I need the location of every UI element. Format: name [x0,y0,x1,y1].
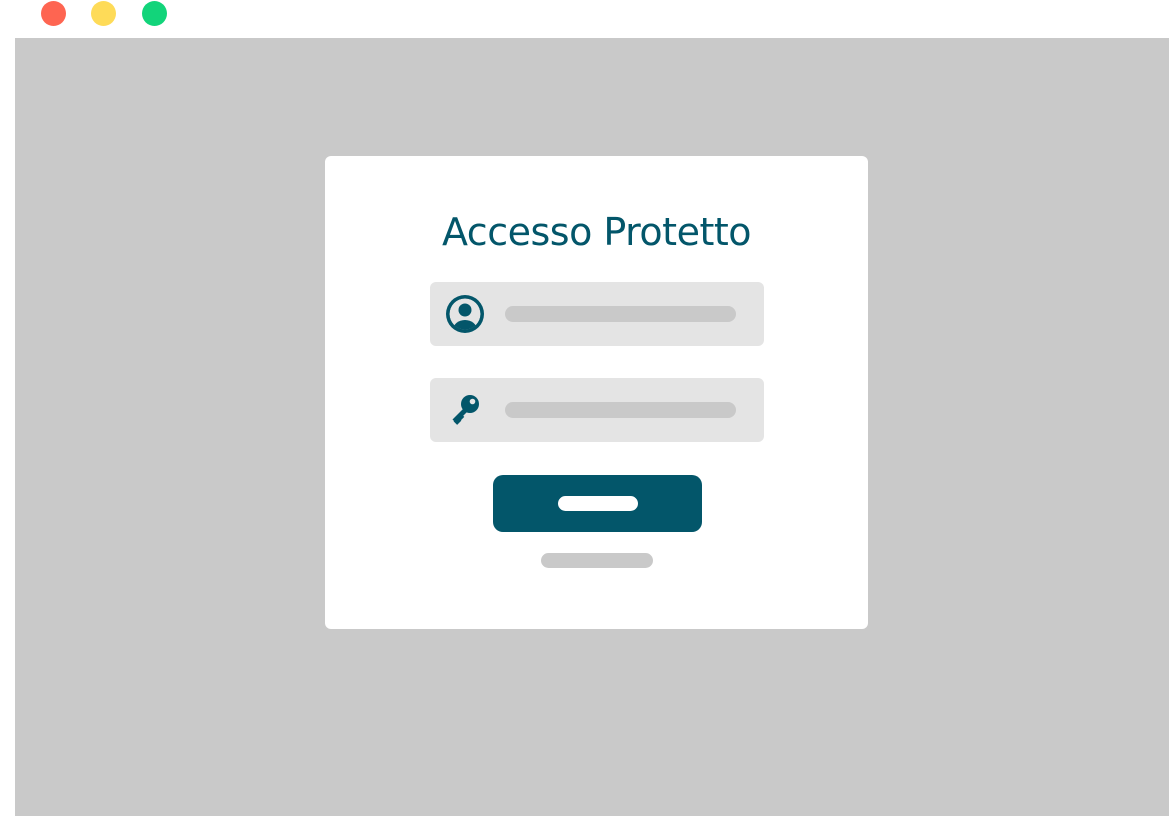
submit-button-label-placeholder [558,496,638,511]
close-window-button[interactable] [41,1,66,26]
login-submit-button[interactable] [493,475,702,532]
key-icon [446,391,484,429]
password-field[interactable] [430,378,764,442]
username-field[interactable] [430,282,764,346]
user-circle-icon [446,295,484,333]
minimize-window-button[interactable] [91,1,116,26]
password-input[interactable] [505,402,736,418]
username-input[interactable] [505,306,736,322]
browser-window: Accesso Protetto [0,0,1169,816]
page-content: Accesso Protetto [15,38,1169,816]
forgot-password-link[interactable] [541,553,653,568]
window-titlebar [0,0,1169,38]
login-title: Accesso Protetto [441,210,752,254]
login-card: Accesso Protetto [325,156,868,629]
zoom-window-button[interactable] [142,1,167,26]
